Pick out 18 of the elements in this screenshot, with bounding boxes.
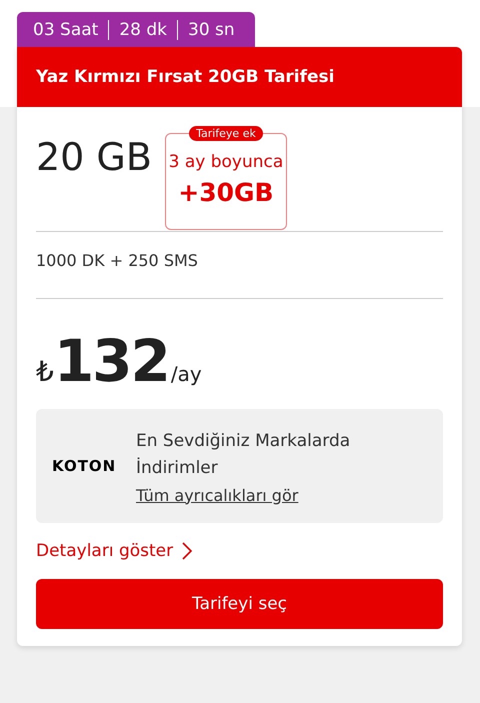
price-amount: 132 (54, 327, 169, 395)
perks-link[interactable]: Tüm ayrıcalıkları gör (136, 486, 350, 504)
bonus-badge: Tarifeye ek (189, 126, 263, 141)
bonus-amount: +30GB (178, 178, 274, 207)
details-link[interactable]: Detayları göster (36, 541, 194, 561)
countdown-text: 30 sn (177, 20, 245, 40)
brand-logo: KOTON (52, 457, 116, 475)
tariff-title: Yaz Kırmızı Fırsat 20GB Tarifesi (36, 67, 335, 87)
data-amount: 20 GB (36, 135, 152, 179)
minutes-sms: 1000 DK + 250 SMS (36, 250, 199, 272)
perk-text: En Sevdiğiniz Markalarda İndirimler (136, 430, 350, 480)
countdown-text: 28 dk (108, 20, 177, 40)
countdown-text: 03 Saat (33, 20, 100, 40)
price-period: /ay (170, 362, 202, 386)
currency-symbol: ₺ (36, 355, 54, 388)
select-button[interactable]: Tarifeyi seç (36, 579, 443, 629)
bonus-duration: 3 ay boyunca (168, 152, 284, 172)
chevron-icon (181, 541, 194, 561)
